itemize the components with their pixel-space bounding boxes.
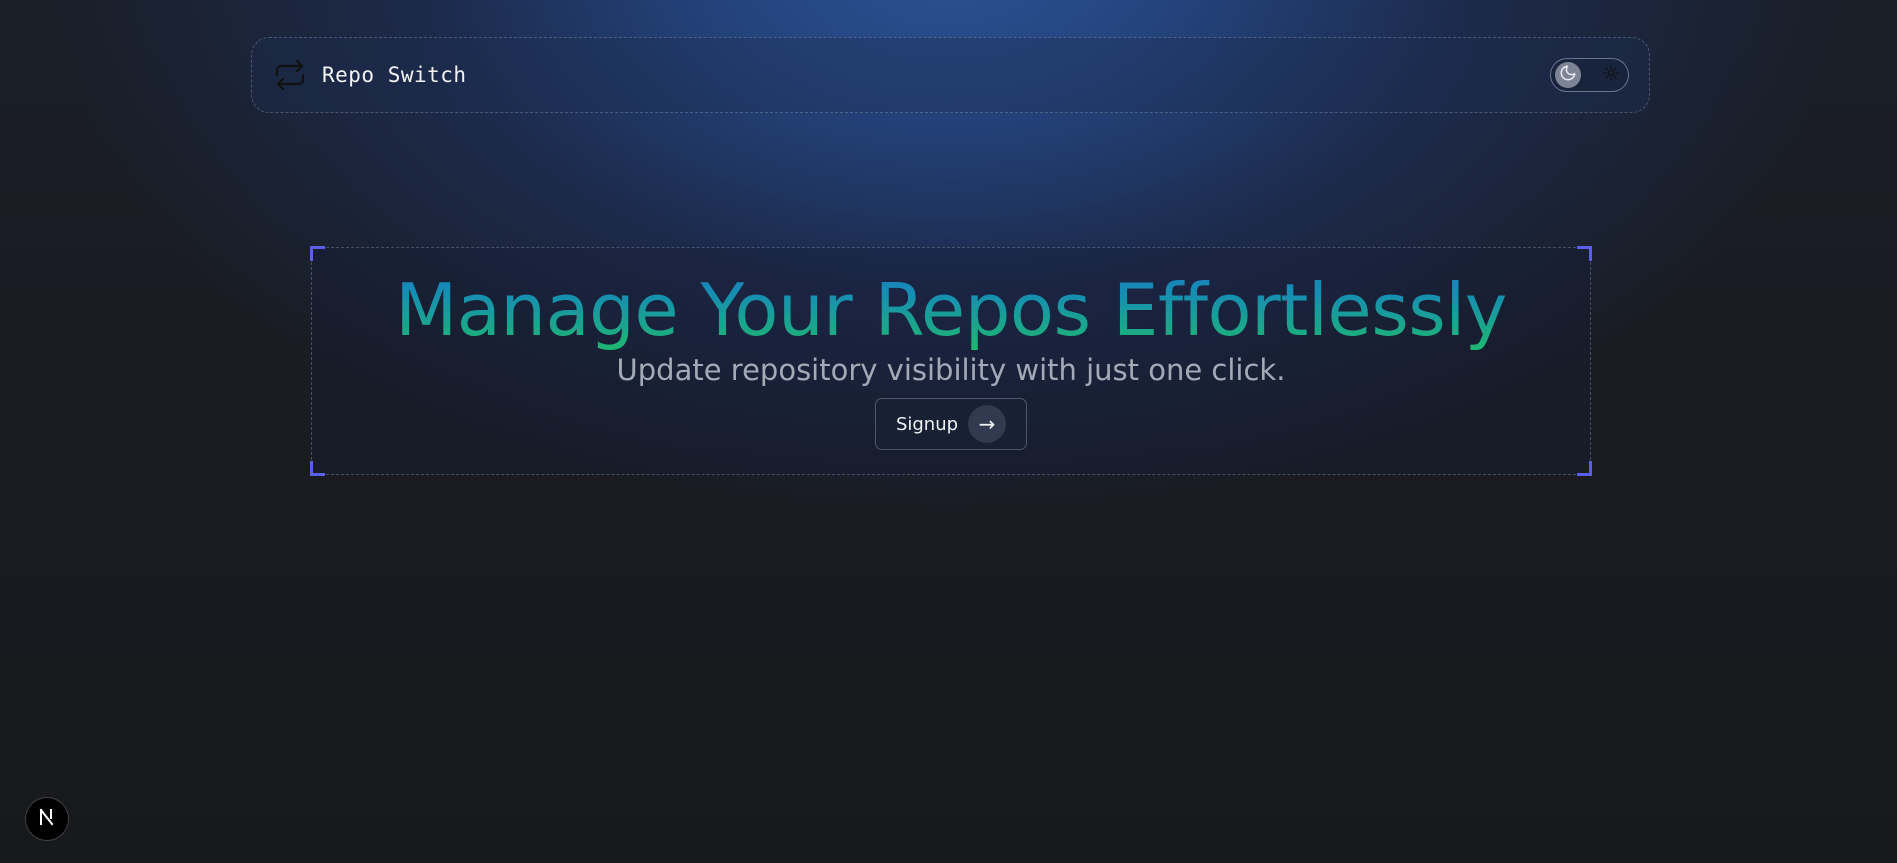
- arrow-right-icon: →: [968, 405, 1007, 443]
- brand[interactable]: Repo Switch: [272, 57, 467, 93]
- corner-accent-bottom-right: [1577, 461, 1592, 476]
- hero-section: Manage Your Repos Effortlessly Update re…: [310, 246, 1592, 476]
- corner-accent-top-right: [1577, 246, 1592, 261]
- corner-accent-bottom-left: [310, 461, 325, 476]
- moon-icon: [1559, 64, 1577, 86]
- dark-theme-button[interactable]: [1555, 62, 1581, 88]
- sun-icon: [1603, 65, 1619, 85]
- corner-accent-top-left: [310, 246, 325, 261]
- nextjs-logo-icon: [37, 807, 57, 831]
- hero-subtitle: Update repository visibility with just o…: [616, 353, 1286, 387]
- brand-title: Repo Switch: [322, 63, 467, 87]
- theme-toggle: [1550, 58, 1629, 92]
- nextjs-dev-badge[interactable]: [25, 797, 69, 841]
- hero-title: Manage Your Repos Effortlessly: [312, 248, 1590, 352]
- signup-button[interactable]: Signup →: [874, 398, 1028, 450]
- repeat-arrows-icon: [272, 57, 308, 93]
- signup-label: Signup: [895, 413, 959, 435]
- light-theme-button[interactable]: [1598, 62, 1624, 88]
- navbar: Repo Switch: [251, 37, 1650, 113]
